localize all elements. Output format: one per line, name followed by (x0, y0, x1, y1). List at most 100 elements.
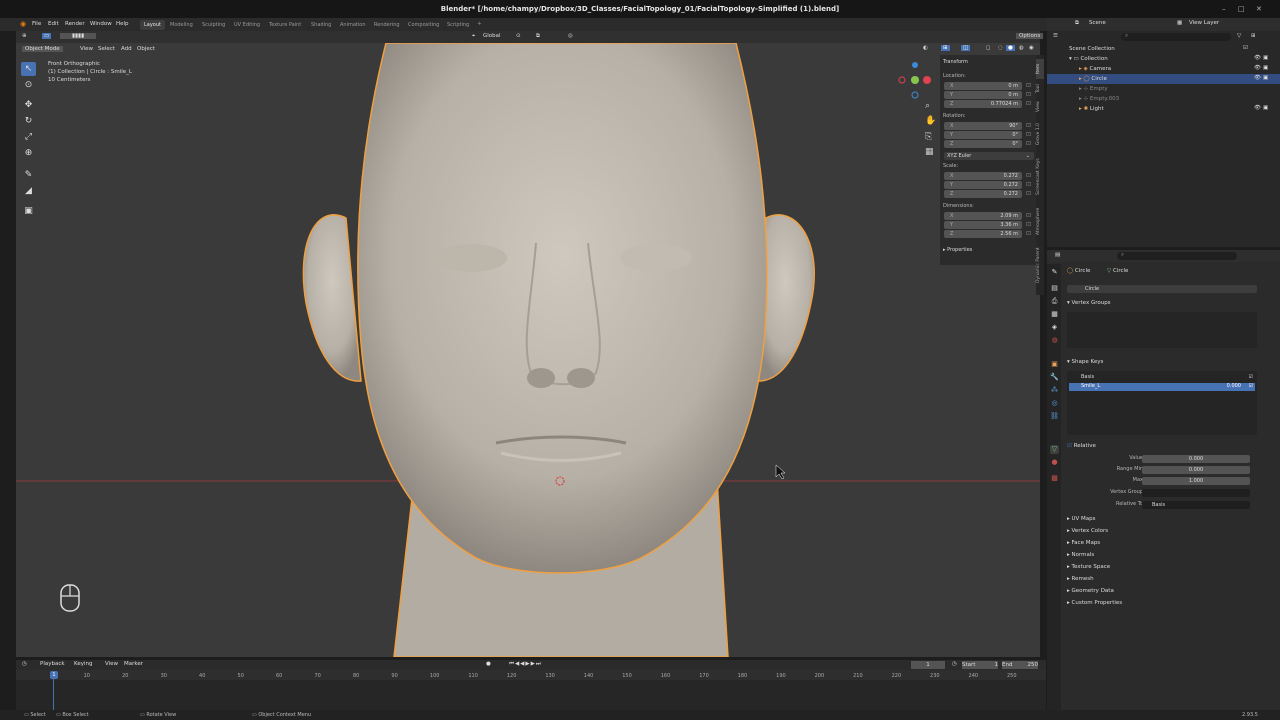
menu-render[interactable]: Render (65, 21, 85, 27)
current-frame-field[interactable]: 1 (911, 661, 945, 669)
menu-edit[interactable]: Edit (48, 21, 59, 27)
relative-checkbox[interactable]: ☑ Relative (1067, 443, 1096, 449)
modifier-tab-icon[interactable]: 🔧 (1050, 373, 1059, 382)
tool-tab-icon[interactable]: ✎ (1050, 268, 1059, 277)
selection-mode-buttons[interactable]: ▮▮▮▮ (60, 33, 97, 39)
rotation-mode-select[interactable]: XYZ Euler ⌄ (944, 152, 1034, 160)
uv-maps-panel[interactable]: ▸ UV Maps (1067, 516, 1096, 522)
scale-x-field[interactable]: X 0.272 (944, 172, 1022, 180)
vertex-groups-list[interactable] (1067, 312, 1257, 348)
shape-keys-list[interactable]: Basis ☑ Smile_L 0.000 ☑ (1067, 371, 1257, 435)
dimensions-z-field[interactable]: Z 2.56 m (944, 230, 1022, 238)
mesh-datablock-field[interactable]: Circle (1067, 285, 1257, 293)
object-mode-selector[interactable]: Object Mode (22, 46, 63, 52)
camera-icon[interactable]: ▣ (1263, 105, 1268, 111)
geometry-data-panel[interactable]: ▸ Geometry Data (1067, 588, 1114, 594)
timeline-menu-marker[interactable]: Marker (124, 661, 143, 667)
tab-dynamic-parent[interactable]: Dynamic Parent (1036, 243, 1044, 287)
timeline-menu-view[interactable]: View (105, 661, 118, 667)
move-tool-icon[interactable]: ✥ (21, 98, 36, 112)
record-icon[interactable]: ● (486, 661, 491, 667)
material-tab-icon[interactable]: ● (1050, 458, 1059, 467)
measure-tool-icon[interactable]: ◢ (21, 184, 36, 198)
lock-icon[interactable]: ⊡ (1026, 100, 1031, 107)
lock-icon[interactable]: ⊡ (1026, 172, 1031, 179)
shape-keys-panel[interactable]: ▾ Shape Keys (1067, 359, 1103, 365)
vertex-colors-panel[interactable]: ▸ Vertex Colors (1067, 528, 1108, 534)
pivot-icon[interactable]: ⊙ (516, 33, 521, 39)
transform-tool-icon[interactable]: ⊕ (21, 146, 36, 160)
location-z-field[interactable]: Z 0.77024 m (944, 100, 1022, 108)
timeline-menu-playback[interactable]: Playback (40, 661, 65, 667)
transform-orientation[interactable]: Global (483, 33, 501, 39)
eye-icon[interactable]: 👁 (1254, 105, 1261, 111)
shading-solid-icon[interactable]: ● (1006, 45, 1015, 51)
custom-properties-panel[interactable]: ▸ Custom Properties (1067, 600, 1122, 606)
outliner-item-light[interactable]: ▸ ✺ Light (1047, 104, 1280, 114)
lock-icon[interactable]: ⊡ (1026, 131, 1031, 138)
shading-wire-icon[interactable]: ◌ (998, 45, 1003, 51)
end-frame-field[interactable]: End 250 (1002, 661, 1038, 669)
rotation-y-field[interactable]: Y 0° (944, 131, 1022, 139)
snap-icon[interactable]: ⧉ (536, 33, 540, 40)
remesh-panel[interactable]: ▸ Remesh (1067, 576, 1094, 582)
editor-type-icon[interactable]: ⊕ (22, 33, 27, 39)
scene-tab-icon[interactable]: ◈ (1050, 323, 1059, 332)
tab-view[interactable]: View (1036, 99, 1044, 115)
tab-texture-paint[interactable]: Texture Paint (265, 20, 305, 30)
filter-icon[interactable]: ▽ (1237, 33, 1241, 39)
range-min-field[interactable]: 0.000 (1142, 466, 1250, 474)
object-tab-icon[interactable]: ▣ (1050, 360, 1059, 369)
view-layer-selector[interactable]: View Layer (1189, 20, 1219, 26)
properties-subpanel[interactable]: ▸ Properties (943, 247, 972, 253)
menu-file[interactable]: File (32, 21, 41, 27)
maximize-icon[interactable]: □ (1238, 0, 1245, 18)
texture-space-panel[interactable]: ▸ Texture Space (1067, 564, 1110, 570)
vertex-group-field[interactable] (1142, 489, 1250, 497)
eye-icon[interactable]: 👁 (1254, 65, 1261, 71)
shape-key-basis[interactable]: Basis ☑ (1069, 374, 1255, 382)
gizmo-toggle-icon[interactable]: ⊞ (941, 45, 950, 51)
shading-material-icon[interactable]: ◍ (1019, 45, 1024, 51)
playhead[interactable]: 1 (50, 671, 58, 679)
minimize-icon[interactable]: – (1222, 0, 1226, 18)
lock-icon[interactable]: ⊡ (1026, 82, 1031, 89)
3d-viewport[interactable]: ⌕ ✋ ⎘ ▦ Object Mode View Select Add Obje… (16, 43, 1040, 657)
camera-icon[interactable]: ▣ (1263, 65, 1268, 71)
eye-icon[interactable]: 👁 (1254, 75, 1261, 81)
render-tab-icon[interactable]: ▤ (1050, 284, 1059, 293)
view-layer-icon[interactable]: ▦ (1177, 20, 1182, 26)
relative-to-field[interactable]: Basis (1142, 501, 1250, 509)
viewport-menu-view[interactable]: View (80, 46, 93, 52)
dimensions-x-field[interactable]: X 2.09 m (944, 212, 1022, 220)
rotation-z-field[interactable]: Z 0° (944, 140, 1022, 148)
close-icon[interactable]: ✕ (1256, 0, 1262, 18)
texture-tab-icon[interactable]: ▩ (1050, 474, 1059, 483)
properties-search-input[interactable]: ⌕ (1117, 252, 1237, 260)
shape-key-smile-l[interactable]: Smile_L 0.000 ☑ (1069, 383, 1255, 391)
location-y-field[interactable]: Y0 m (944, 91, 1022, 99)
lock-icon[interactable]: ⊡ (1026, 181, 1031, 188)
output-tab-icon[interactable]: ⎙ (1050, 297, 1059, 306)
tab-screencast-keys[interactable]: Screencast Keys (1036, 153, 1044, 201)
location-x-field[interactable]: X0 m (944, 82, 1022, 90)
clock-icon[interactable]: ◷ (952, 661, 957, 667)
tab-compositing[interactable]: Compositing (404, 20, 443, 30)
tab-shading[interactable]: Shading (307, 20, 335, 30)
constraints-tab-icon[interactable]: ⛓ (1050, 412, 1059, 421)
particles-tab-icon[interactable]: ⁂ (1050, 386, 1059, 395)
annotate-tool-icon[interactable]: ✎ (21, 168, 36, 182)
outliner-item-empty[interactable]: ▸ ⊹ Empty (1047, 84, 1280, 94)
add-cube-tool-icon[interactable]: ▣ (21, 204, 36, 218)
tab-uv-editing[interactable]: UV Editing (230, 20, 264, 30)
scene-selector[interactable]: Scene (1089, 20, 1106, 26)
value-field[interactable]: 0.000 (1142, 455, 1250, 463)
lock-icon[interactable]: ⊡ (1026, 190, 1031, 197)
normals-panel[interactable]: ▸ Normals (1067, 552, 1094, 558)
max-field[interactable]: 1.000 (1142, 477, 1250, 485)
tab-scripting[interactable]: Scripting (443, 20, 473, 30)
outliner-search-input[interactable]: ⌕ (1121, 33, 1231, 41)
timeline-editor-icon[interactable]: ◷ (22, 661, 27, 667)
tab-animation[interactable]: Animation (336, 20, 370, 30)
menu-help[interactable]: Help (116, 21, 129, 27)
